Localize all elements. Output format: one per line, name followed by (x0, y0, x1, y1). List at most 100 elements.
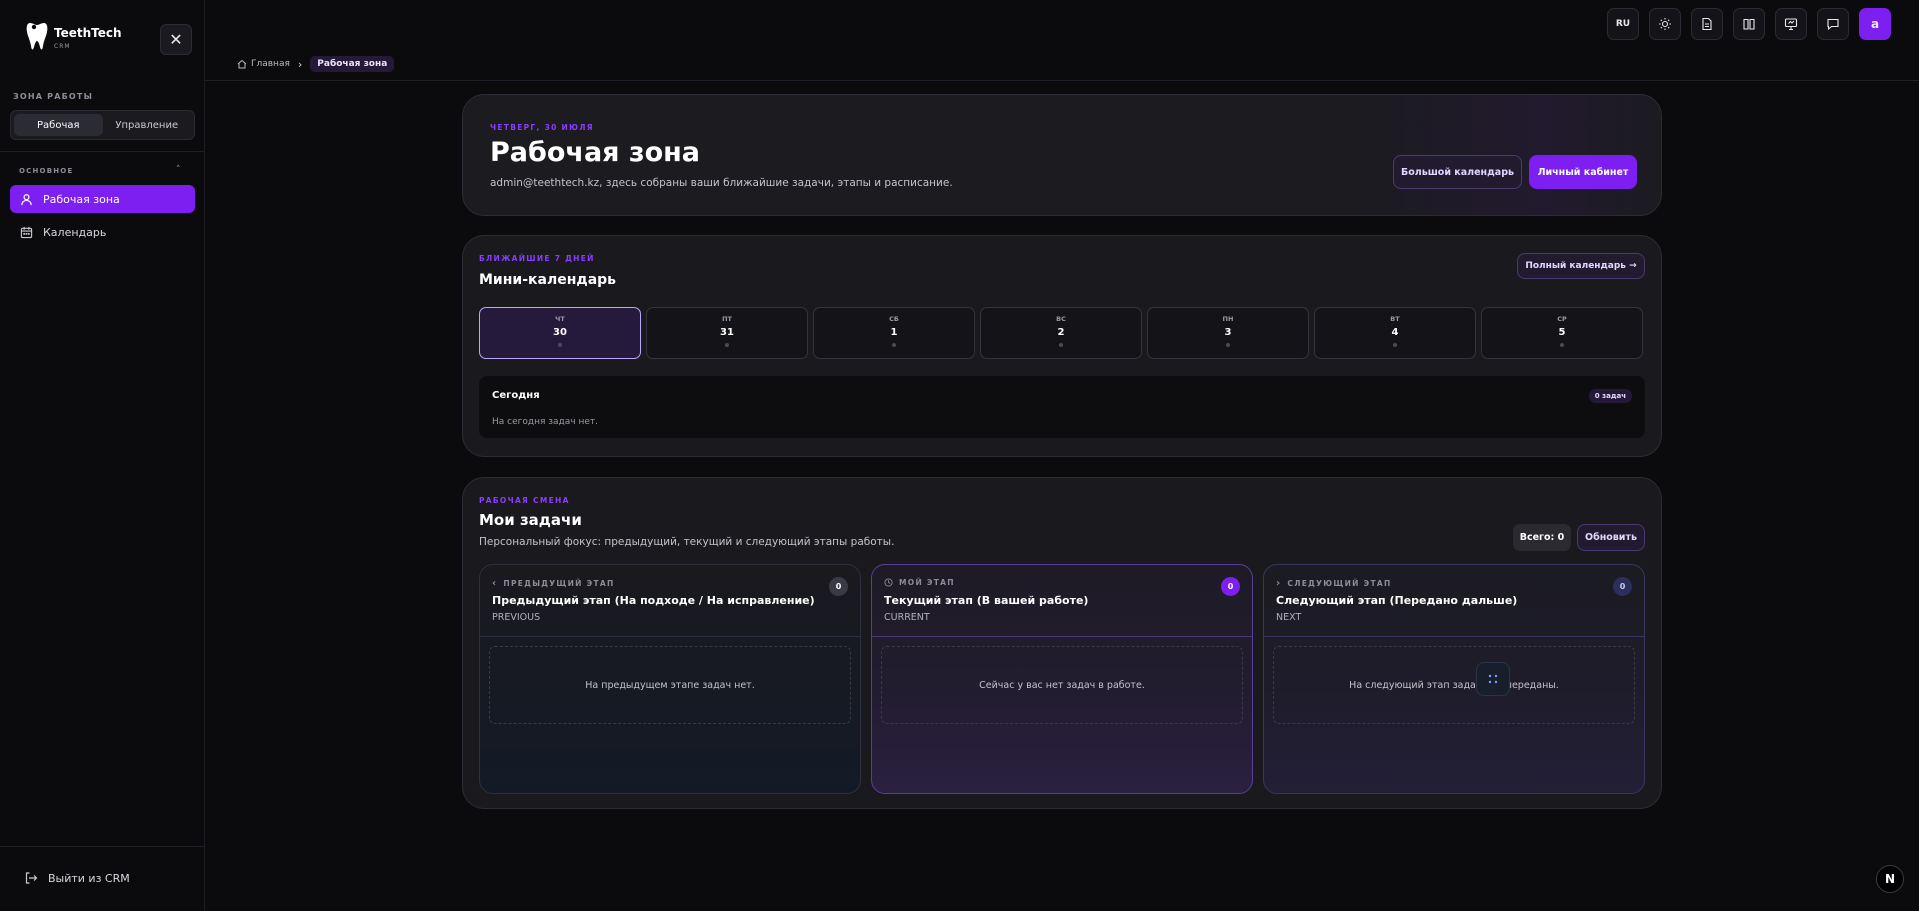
day-cell[interactable]: СБ 1 (813, 307, 975, 359)
guide-button[interactable] (1733, 8, 1765, 40)
zone-tab-work[interactable]: Рабочая (14, 114, 103, 136)
mini-calendar-card: БЛИЖАЙШИЕ 7 ДНЕЙ Мини-календарь Полный к… (462, 235, 1662, 457)
logout-icon (25, 872, 38, 884)
stage-label: МОЙ ЭТАП (884, 578, 955, 587)
day-number: 5 (1558, 327, 1566, 338)
breadcrumb-home-label: Главная (251, 59, 290, 69)
today-task-count-badge: 0 задач (1588, 389, 1632, 403)
stage-empty-state: На следующий этап задачи не переданы. (1273, 646, 1635, 724)
stage-count-badge: 0 (1613, 577, 1632, 596)
day-dot (1393, 343, 1397, 347)
book-icon (1743, 18, 1755, 30)
chevron-up-icon[interactable]: ˄ (176, 165, 181, 175)
grip-icon (1488, 674, 1498, 684)
home-icon (237, 59, 247, 69)
chevron-right-icon: › (1276, 578, 1282, 589)
app-name: TeethTech (54, 26, 122, 40)
section-label: ОСНОВНОЕ (19, 167, 74, 175)
day-dot (725, 343, 729, 347)
tasks-eyebrow: РАБОЧАЯ СМЕНА (479, 496, 570, 505)
day-weekday: СР (1557, 315, 1567, 323)
day-strip: ЧТ 30 ПТ 31 СБ 1 ВС 2 ПН 3 ВТ 4 СР 5 (479, 307, 1643, 359)
stage-empty-state: Сейчас у вас нет задач в работе. (881, 646, 1243, 724)
sidebar-item-label: Календарь (43, 225, 107, 239)
day-number: 30 (553, 327, 567, 338)
stage-label-text: СЛЕДУЮЩИЙ ЭТАП (1287, 579, 1392, 588)
my-tasks-card: РАБОЧАЯ СМЕНА Мои задачи Персональный фо… (462, 477, 1662, 809)
day-dot (892, 343, 896, 347)
sidebar-item-workzone[interactable]: Рабочая зона (10, 185, 195, 213)
sun-icon (1659, 18, 1671, 30)
topbar-divider (205, 80, 1919, 81)
top-toolbar: RU a (1607, 8, 1891, 40)
zone-label: ЗОНА РАБОТЫ (13, 92, 94, 101)
day-dot (1560, 343, 1564, 347)
breadcrumb-current: Рабочая зона (310, 56, 395, 72)
sidebar-divider (0, 151, 205, 152)
mini-calendar-title: Мини-календарь (479, 272, 617, 288)
day-dot (558, 343, 562, 347)
language-button[interactable]: RU (1607, 8, 1639, 40)
chevron-left-icon: ‹ (492, 578, 498, 589)
day-cell[interactable]: ВС 2 (980, 307, 1142, 359)
stage-label: › СЛЕДУЮЩИЙ ЭТАП (1276, 578, 1392, 589)
today-panel: Сегодня 0 задач На сегодня задач нет. (479, 376, 1645, 438)
day-number: 1 (890, 327, 898, 338)
chat-icon (1827, 18, 1839, 31)
user-icon (21, 193, 32, 205)
refresh-button[interactable]: Обновить (1577, 524, 1645, 551)
hero-card: ЧЕТВЕРГ, 30 ИЮЛЯ Рабочая зона admin@teet… (462, 94, 1662, 216)
breadcrumb-home[interactable]: Главная (237, 59, 290, 69)
sidebar-divider (0, 846, 205, 847)
chevron-right-icon: › (297, 57, 303, 71)
day-weekday: ЧТ (555, 315, 565, 323)
document-icon (1702, 17, 1712, 31)
full-calendar-button[interactable]: Полный календарь → (1517, 253, 1645, 279)
day-dot (1226, 343, 1230, 347)
stage-count-badge: 0 (829, 577, 848, 596)
stage-header: ‹ ПРЕДЫДУЩИЙ ЭТАП Предыдущий этап (На под… (480, 565, 860, 637)
clock-icon (884, 578, 893, 587)
drag-handle-icon[interactable] (1476, 662, 1510, 696)
theme-toggle-button[interactable] (1649, 8, 1681, 40)
day-weekday: СБ (889, 315, 899, 323)
logo[interactable]: TeethTech CRM (26, 20, 122, 52)
sidebar-item-calendar[interactable]: Календарь (10, 218, 195, 246)
chat-button[interactable] (1817, 8, 1849, 40)
presentation-button[interactable] (1775, 8, 1807, 40)
day-cell[interactable]: ВТ 4 (1314, 307, 1476, 359)
breadcrumb: Главная › Рабочая зона (237, 56, 395, 72)
day-weekday: ВТ (1390, 315, 1400, 323)
stage-previous: ‹ ПРЕДЫДУЩИЙ ЭТАП Предыдущий этап (На под… (479, 564, 861, 794)
day-cell[interactable]: СР 5 (1481, 307, 1643, 359)
stage-title: Следующий этап (Передано дальше) (1276, 594, 1518, 607)
next-devtools-button[interactable]: N (1876, 865, 1904, 893)
day-number: 4 (1391, 327, 1399, 338)
day-cell[interactable]: ПН 3 (1147, 307, 1309, 359)
page-title: Рабочая зона (490, 137, 701, 168)
big-calendar-button[interactable]: Большой календарь (1393, 155, 1522, 189)
personal-cabinet-button[interactable]: Личный кабинет (1529, 155, 1637, 189)
day-weekday: ПТ (722, 315, 732, 323)
stage-header: › СЛЕДУЮЩИЙ ЭТАП Следующий этап (Передано… (1264, 565, 1644, 637)
stage-current: МОЙ ЭТАП Текущий этап (В вашей работе) C… (871, 564, 1253, 794)
close-sidebar-button[interactable]: ✕ (160, 24, 192, 55)
logout-button[interactable]: Выйти из CRM (24, 871, 130, 885)
day-cell[interactable]: ПТ 31 (646, 307, 808, 359)
tasks-subtitle: Персональный фокус: предыдущий, текущий … (479, 536, 895, 548)
zone-tab-management[interactable]: Управление (103, 114, 192, 136)
stage-code: CURRENT (884, 612, 930, 623)
day-dot (1059, 343, 1063, 347)
today-empty-text: На сегодня задач нет. (492, 417, 598, 427)
calendar-icon (20, 226, 33, 238)
avatar[interactable]: a (1859, 8, 1891, 40)
stage-code: NEXT (1276, 612, 1302, 623)
stage-title: Предыдущий этап (На подходе / На исправл… (492, 594, 815, 607)
stage-label-text: ПРЕДЫДУЩИЙ ЭТАП (503, 579, 615, 588)
stage-label: ‹ ПРЕДЫДУЩИЙ ЭТАП (492, 578, 615, 589)
day-cell[interactable]: ЧТ 30 (479, 307, 641, 359)
day-weekday: ПН (1222, 315, 1234, 323)
sidebar: TeethTech CRM ✕ ЗОНА РАБОТЫ Рабочая Упра… (0, 0, 205, 911)
documents-button[interactable] (1691, 8, 1723, 40)
monitor-icon (1784, 18, 1798, 31)
